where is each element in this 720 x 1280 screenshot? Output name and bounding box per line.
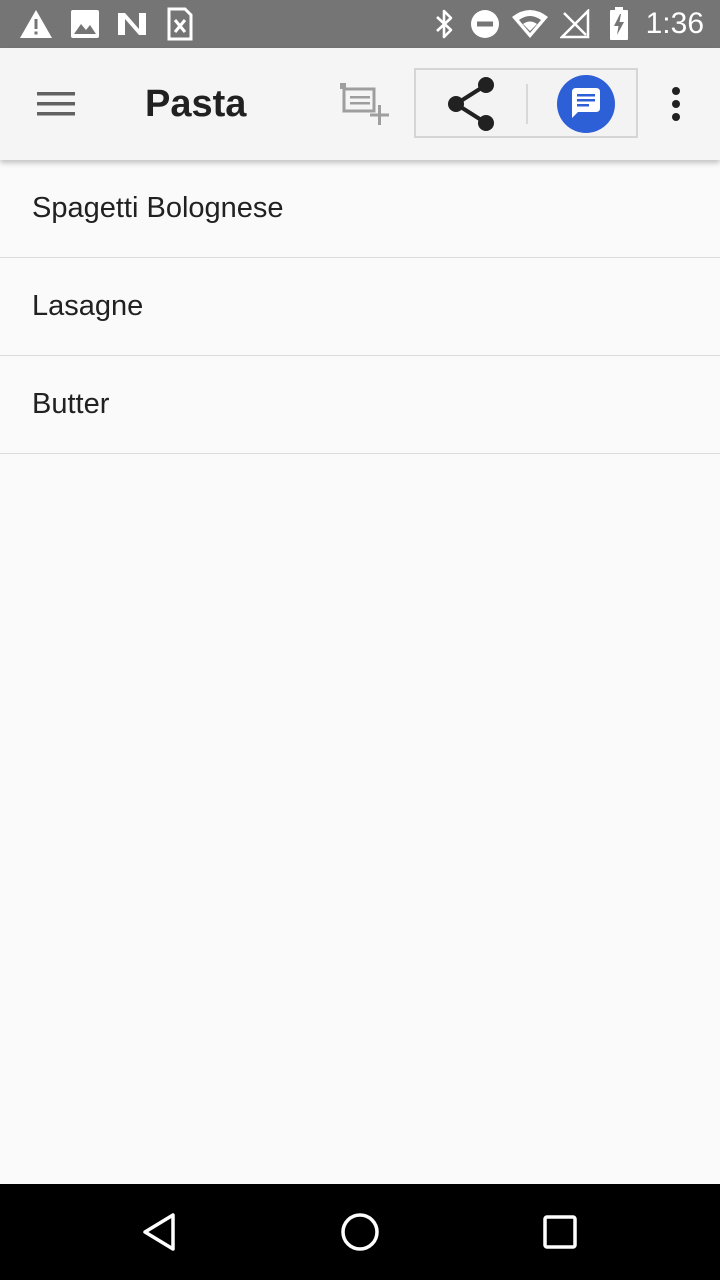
overflow-menu-button[interactable] [652, 74, 700, 134]
share-highlight-group [414, 68, 638, 138]
list: Spagetti Bolognese Lasagne Butter [0, 160, 720, 454]
list-item[interactable]: Spagetti Bolognese [0, 160, 720, 258]
recents-icon [543, 1215, 577, 1249]
more-vert-icon [672, 87, 680, 121]
screen: 1:36 Pasta Spagetti Bolognese Lasagne Bu… [0, 0, 720, 1280]
app-bar: Pasta [0, 48, 720, 160]
home-button[interactable] [320, 1200, 400, 1264]
list-item-label: Lasagne [32, 290, 144, 322]
list-item-label: Spagetti Bolognese [32, 192, 284, 224]
warning-icon [18, 0, 54, 48]
share-button[interactable] [436, 74, 508, 134]
add-list-button[interactable] [330, 74, 402, 134]
do-not-disturb-icon [468, 0, 502, 48]
n-logo-icon [114, 0, 150, 48]
back-icon [143, 1213, 175, 1251]
sim-card-x-icon [164, 0, 196, 48]
battery-charging-icon [604, 0, 634, 48]
signal-off-icon [558, 0, 592, 48]
navigation-bar [0, 1184, 720, 1280]
wifi-icon [510, 0, 550, 48]
image-icon [68, 0, 102, 48]
share-divider [526, 84, 528, 124]
status-bar: 1:36 [0, 0, 720, 48]
add-list-icon [340, 83, 389, 125]
menu-icon [37, 92, 75, 116]
home-icon [341, 1213, 379, 1251]
list-item[interactable]: Lasagne [0, 258, 720, 356]
bluetooth-icon [430, 0, 460, 48]
recents-button[interactable] [520, 1200, 600, 1264]
back-button[interactable] [120, 1200, 200, 1264]
list-item[interactable]: Butter [0, 356, 720, 454]
messages-button[interactable] [554, 74, 618, 134]
messages-icon [557, 75, 615, 133]
list-item-label: Butter [32, 388, 110, 420]
page-title: Pasta [145, 83, 247, 125]
menu-button[interactable] [20, 70, 92, 138]
share-icon [448, 77, 494, 131]
status-time: 1:36 [645, 7, 704, 40]
